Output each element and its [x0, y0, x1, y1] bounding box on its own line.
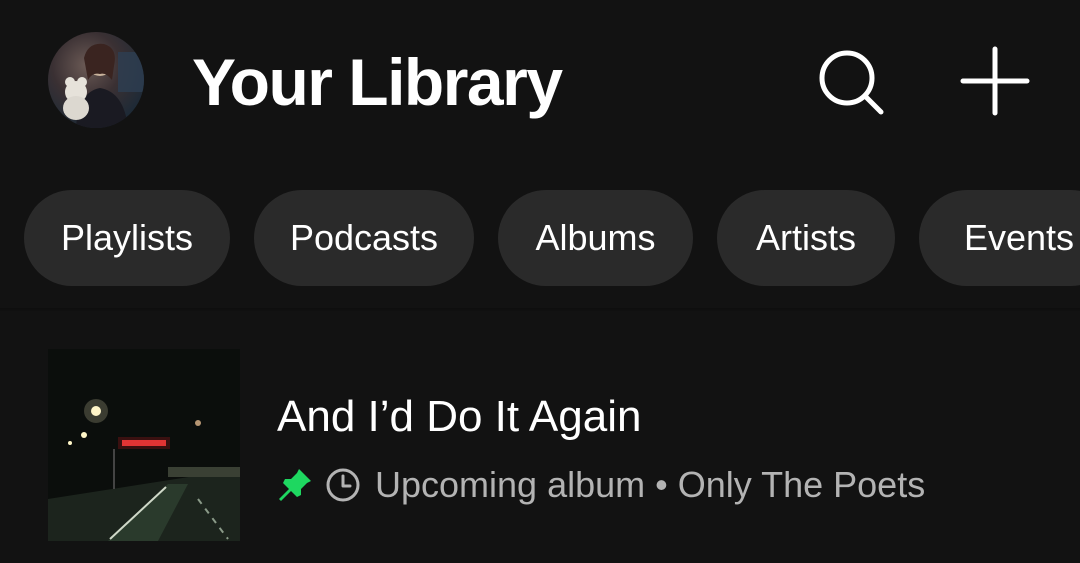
library-list-item[interactable]: And I’d Do It Again Upcoming album • Onl… — [0, 340, 1080, 550]
meta-separator: • — [655, 464, 668, 505]
create-button[interactable] — [960, 46, 1030, 116]
filter-chip-podcasts[interactable]: Podcasts — [254, 190, 474, 286]
item-artist: Only The Poets — [677, 464, 926, 505]
filter-chips: Playlists Podcasts Albums Artists Events — [0, 190, 1080, 288]
library-header: Your Library — [0, 0, 1080, 170]
header-divider — [0, 308, 1080, 312]
filter-chip-events[interactable]: Events — [919, 190, 1080, 286]
filter-chip-albums[interactable]: Albums — [498, 190, 693, 286]
item-title: And I’d Do It Again — [277, 392, 642, 441]
search-button[interactable] — [815, 46, 885, 116]
clock-icon — [325, 467, 361, 503]
avatar-image — [63, 43, 144, 128]
filter-chip-artists[interactable]: Artists — [717, 190, 895, 286]
item-subtitle: Upcoming album • Only The Poets — [277, 462, 925, 508]
user-avatar[interactable] — [48, 32, 144, 128]
pin-icon — [277, 467, 313, 503]
item-type: Upcoming album — [375, 464, 646, 505]
search-icon — [819, 50, 884, 115]
album-cover — [48, 349, 240, 541]
plus-icon — [960, 46, 1030, 116]
page-title: Your Library — [192, 45, 563, 119]
filter-chip-playlists[interactable]: Playlists — [24, 190, 230, 286]
album-artwork — [48, 349, 240, 541]
